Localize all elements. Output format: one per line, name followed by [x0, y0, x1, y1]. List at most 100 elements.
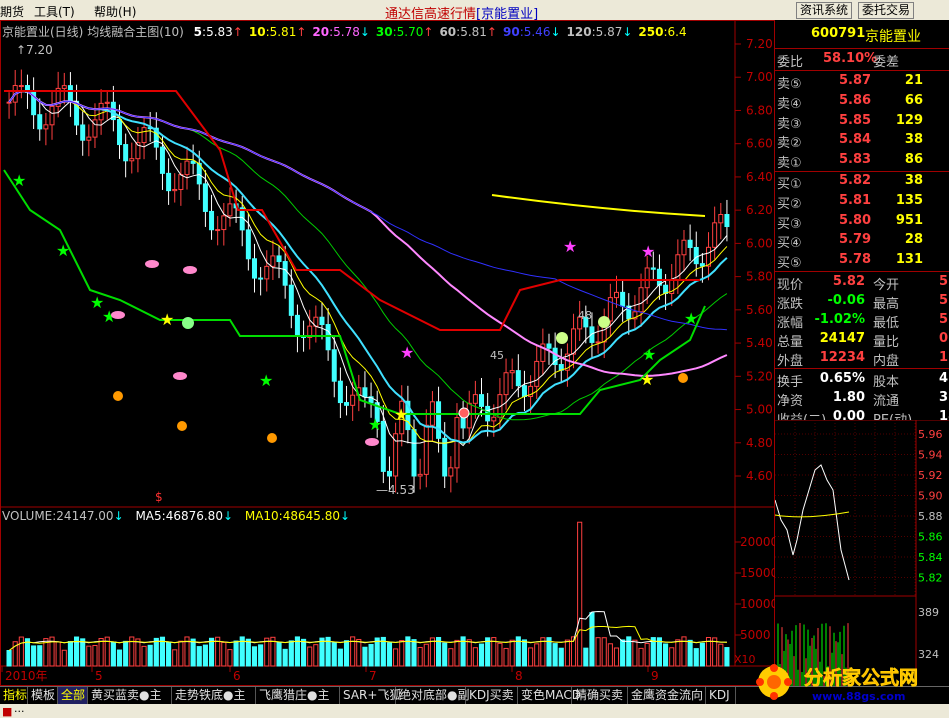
- candle-body: [712, 222, 718, 248]
- indicator-tab-7[interactable]: 绝对底部●副: [396, 687, 469, 705]
- indicator-tab-11[interactable]: 金鹰资金流向: [628, 687, 706, 705]
- indicator-tab-5[interactable]: 飞鹰猎庄●主: [256, 687, 340, 705]
- candle-body: [166, 172, 172, 192]
- mini-axis-label: 5.92: [918, 469, 943, 482]
- menu-bar: 期货 工具(T) 帮助(H) 通达信高速行情[京能置业] 资讯系统 委托交易: [0, 0, 949, 22]
- volume-bar: [37, 645, 43, 667]
- volume-bar: [110, 641, 116, 667]
- quote-stat-row: 涨幅 -1.02% 最低 5: [777, 312, 949, 331]
- stock-name: 京能置业: [865, 29, 921, 45]
- price-tick-label: 6.40: [746, 170, 773, 184]
- candle-body: [442, 437, 448, 477]
- price-tick-label: 6.60: [746, 137, 773, 151]
- ball-signal-icon: [598, 316, 610, 328]
- date-tick-label: 7: [369, 669, 377, 683]
- price-tick-label: 6.80: [746, 103, 773, 117]
- quote-panel: 600791 京能置业 委比 58.10% 委差 卖⑤ 5.87 21 卖④ 5.86 6…: [775, 20, 949, 428]
- kline-chart[interactable]: 7.20 7.00 6.80 6.60 6.40 6.20 6.00 5.80 5.60 5.40…: [0, 20, 775, 686]
- ma-label-20: 20:5.78↓: [312, 25, 370, 39]
- indicator-tab-12[interactable]: KDJ: [706, 687, 736, 705]
- diamond-signal-icon: [145, 260, 159, 268]
- volume-bar: [264, 637, 270, 667]
- volume-ma5: MA5:46876.80: [135, 509, 223, 523]
- menu-item-tools[interactable]: 工具(T): [34, 3, 75, 20]
- buy-level-5[interactable]: 买⑤ 5.78 131: [775, 251, 949, 271]
- volume-bar: [613, 647, 620, 667]
- ma-label-90: 90:5.46↓: [502, 25, 561, 39]
- ma-cyan-line: [8, 90, 728, 444]
- indicator-tab-1[interactable]: 模板: [28, 687, 58, 705]
- date-tick-label: 9: [651, 669, 659, 683]
- weibi-value: 58.10%: [823, 51, 878, 66]
- volume-bar: [190, 638, 196, 667]
- volume-bar: [485, 637, 491, 667]
- menu-item-help[interactable]: 帮助(H): [94, 3, 136, 20]
- volume-bar: [258, 644, 264, 667]
- volume-bar: [448, 648, 454, 667]
- buy-level-2[interactable]: 买② 5.81 135: [775, 192, 949, 212]
- candle-body: [80, 124, 86, 141]
- volume-bar: [503, 647, 509, 667]
- candle-body: [264, 265, 270, 280]
- sell-level-3[interactable]: 卖③ 5.85 129: [775, 112, 949, 132]
- date-tick-label: 6: [233, 669, 241, 683]
- candle-body: [288, 284, 294, 316]
- volume-tick-label: 20000: [740, 535, 775, 549]
- quote-stat-row: 现价 5.82 今开 5: [777, 274, 949, 293]
- candle-body: [227, 203, 233, 217]
- candle-body: [613, 291, 619, 299]
- volume-bar: [368, 643, 374, 667]
- news-system-button[interactable]: 资讯系统: [796, 2, 853, 19]
- indicator-tab-6[interactable]: SAR+飞狐: [340, 687, 401, 705]
- indicator-tab-4[interactable]: 走势铁底●主: [172, 687, 256, 705]
- candle-body: [190, 160, 196, 164]
- cost-mark-label: 45: [490, 349, 504, 362]
- indicator-tab-3[interactable]: 黄买蓝卖●主: [88, 687, 172, 705]
- candle-body: [687, 239, 693, 248]
- volume-bar: [564, 639, 570, 667]
- volume-bar: [172, 649, 178, 667]
- volume-bar: [24, 638, 31, 667]
- candle-body: [61, 85, 67, 89]
- indicator-tab-8[interactable]: KDJ买卖: [466, 687, 518, 705]
- volume-bar: [399, 640, 405, 667]
- indicator-tab-10[interactable]: 精确买卖: [572, 687, 628, 705]
- intraday-mini-chart[interactable]: 5.965.945.925.905.885.865.845.82389324: [775, 420, 949, 686]
- candle-body: [184, 160, 190, 176]
- candle-body: [423, 424, 429, 475]
- volume-bar: [282, 648, 288, 667]
- volume-bar: [221, 641, 227, 667]
- sell-level-5[interactable]: 卖⑤ 5.87 21: [775, 72, 949, 92]
- quote-title: 600791 京能置业: [775, 25, 949, 45]
- candle-body: [337, 380, 343, 404]
- mini-axis-label: 5.86: [918, 531, 943, 544]
- volume-bar: [55, 641, 61, 667]
- sell-level-4[interactable]: 卖④ 5.86 66: [775, 92, 949, 112]
- buy-level-4[interactable]: 买④ 5.79 28: [775, 231, 949, 251]
- candle-body: [294, 314, 300, 337]
- fruit-signal-icon: [267, 433, 277, 443]
- buy-level-1[interactable]: 买① 5.82 38: [775, 172, 949, 192]
- volume-bar: [233, 640, 239, 667]
- ma-label-250: 250:6.4: [638, 25, 687, 39]
- support-step-line: [3, 169, 706, 415]
- buy-level-3[interactable]: 买③ 5.80 951: [775, 212, 949, 232]
- candle-body: [202, 183, 208, 212]
- volume-bar: [147, 644, 153, 667]
- indicator-tab-0[interactable]: 指标: [0, 687, 28, 705]
- sell-level-2[interactable]: 卖② 5.84 38: [775, 131, 949, 151]
- candle-body: [270, 255, 276, 267]
- mini-axis-label: 5.90: [918, 490, 943, 503]
- volume-bar: [251, 646, 258, 667]
- diamond-signal-icon: [183, 266, 197, 274]
- candle-body: [638, 287, 644, 313]
- ma250-line: [491, 194, 706, 217]
- indicator-tab-9[interactable]: 变色MACD: [518, 687, 581, 705]
- indicator-tab-2[interactable]: 全部: [58, 687, 88, 705]
- date-tick-label: 2010年: [5, 669, 48, 683]
- site-logo: 分析家公式网 www.88gs.com: [752, 660, 949, 704]
- candle-body: [411, 429, 417, 477]
- sell-level-1[interactable]: 卖① 5.83 86: [775, 151, 949, 171]
- trade-button[interactable]: 委托交易: [858, 2, 915, 19]
- menu-item-futures[interactable]: 期货: [0, 3, 24, 20]
